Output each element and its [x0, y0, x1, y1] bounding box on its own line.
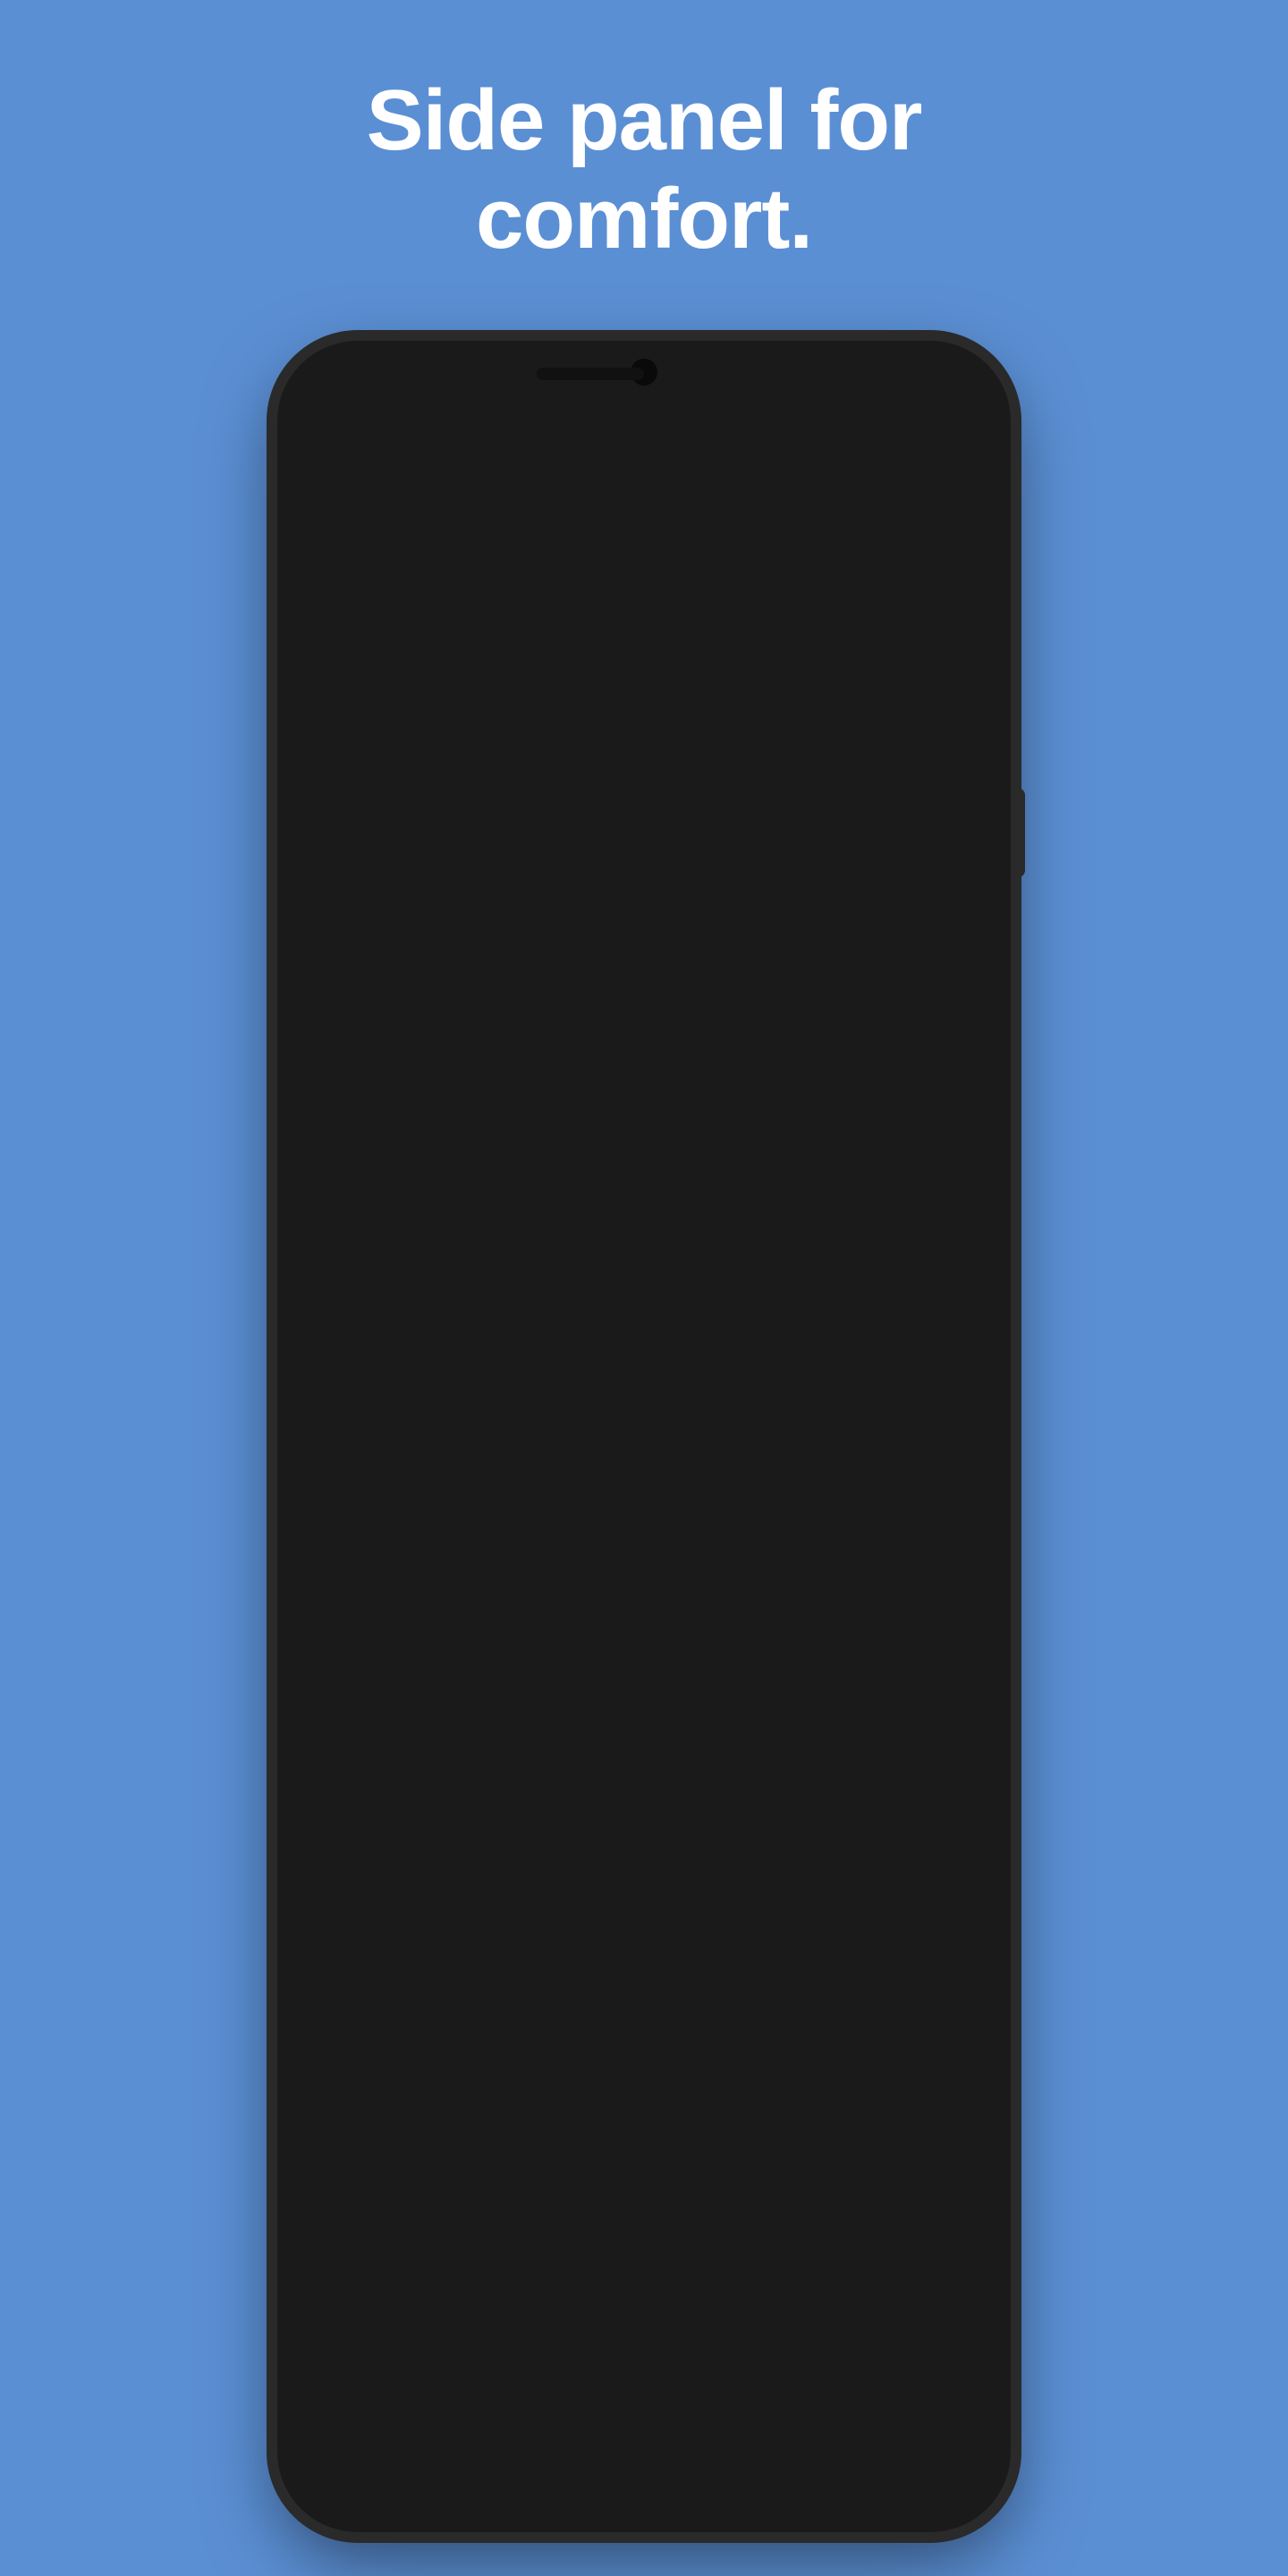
status-bar: 11:28 🖼 [295, 390, 993, 453]
info-icon[interactable] [949, 470, 979, 501]
hero-title-line1: Side panel for [367, 72, 922, 170]
flag-white-stripe [295, 453, 814, 524]
station-thumb-1: аДВ [814, 519, 993, 751]
menu-item-radio-viva[interactable]: ♪ Radio Viva [295, 1321, 814, 1414]
hero-title-line2: comfort. [367, 170, 922, 268]
right-panel: аДВ IC 24-hour ARN MORE [814, 453, 993, 2483]
flag-green-stripe [295, 524, 814, 596]
learn-more-label: ARN MORE [860, 2376, 968, 2398]
music-note-icon: ♪ [326, 1069, 376, 1107]
music-note-icon: ♪ [326, 883, 376, 921]
menu-item-radio-nova[interactable]: ♪ Radio Nova [295, 1414, 814, 1507]
menu-label-metro-dance: Metro Dance Radio [407, 1069, 684, 1106]
signal-icon [848, 411, 873, 432]
time-display: 11:28 [322, 407, 385, 436]
menu-item-radio-bulgaria[interactable]: Radio Bulgaria [295, 667, 814, 763]
search-icon[interactable] [901, 470, 931, 501]
menu-item-radio-city[interactable]: ♪ Radio City [295, 1135, 814, 1228]
menu-item-radio-energy[interactable]: ♪ Radio Energy [295, 763, 814, 856]
flag-header: Radio Bulgaria [295, 453, 814, 667]
phone-notch [492, 341, 796, 394]
menu-item-avto-radio[interactable]: ♪ Avto Radio [295, 856, 814, 949]
phone-speaker [537, 368, 644, 380]
bluetooth-icon [776, 409, 796, 434]
wifi-icon [809, 411, 835, 432]
photo-icon: 🖼 [394, 406, 426, 436]
menu-item-metro-dance[interactable]: ♪ Metro Dance Radio [295, 1042, 814, 1135]
phone-screen: 11:28 🖼 [295, 390, 993, 2483]
flag-red-stripe: Radio Bulgaria [295, 596, 814, 667]
right-top-actions [814, 453, 993, 519]
grid-icon [326, 694, 368, 735]
music-note-icon: ♪ [326, 1255, 376, 1293]
phone-side-button [1011, 788, 1025, 877]
hero-heading: Side panel for comfort. [367, 72, 922, 269]
station-thumb-2: IC [814, 760, 993, 993]
station-info-icon[interactable] [957, 2199, 984, 2233]
phone-mockup: 11:28 🖼 [277, 341, 1011, 2532]
music-note-icon: ♪ [326, 976, 376, 1014]
menu-label-radio-energy: Radio Energy [407, 790, 602, 827]
status-icons: 59% [776, 409, 966, 434]
menu-item-radio-veronika[interactable]: ♪ Радио Вероника [295, 949, 814, 1042]
menu-label-radio-nova: Radio Nova [407, 1441, 575, 1479]
music-note-icon: ♪ [326, 1441, 376, 1479]
country-name: Radio Bulgaria [326, 610, 591, 653]
menu-label-radio-1: Радио 1 [407, 1255, 527, 1292]
menu-label-radio-veronika: Радио Вероника [407, 976, 653, 1013]
status-time: 11:28 🖼 [322, 406, 426, 436]
music-note-icon: ♪ [326, 1348, 376, 1386]
menu-label-avto-radio: Avto Radio [407, 883, 564, 920]
menu-label-radio-viva: Radio Viva [407, 1348, 562, 1385]
side-menu: Radio Bulgaria ♪ Radio Energy ♪ Avto Rad… [295, 667, 814, 1507]
battery-icon [941, 414, 966, 428]
music-note-icon: ♪ [326, 790, 376, 828]
side-panel: Radio Bulgaria Radio Bulgaria ♪ [295, 453, 814, 2483]
menu-label-radio-city: Radio City [407, 1162, 555, 1199]
battery-display: 59% [886, 409, 928, 434]
learn-more-button[interactable]: ARN MORE [844, 2363, 984, 2411]
menu-item-radio-1[interactable]: ♪ Радио 1 [295, 1228, 814, 1321]
music-note-icon: ♪ [326, 1162, 376, 1200]
menu-label-radio-bulgaria: Radio Bulgaria [399, 696, 610, 733]
bottom-info-text: 24-hour [918, 2310, 988, 2340]
